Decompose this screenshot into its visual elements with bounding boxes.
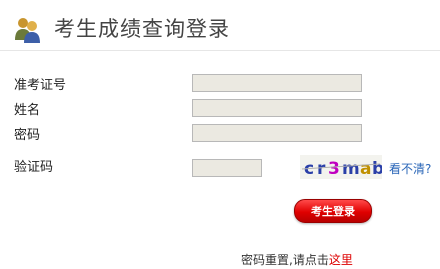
users-icon	[14, 15, 42, 43]
password-input[interactable]	[192, 124, 362, 142]
captcha-input[interactable]	[192, 159, 262, 177]
captcha-label: 验证码	[14, 160, 54, 175]
captcha-char-5: a	[360, 159, 371, 179]
name-label: 姓名	[14, 103, 41, 118]
page-title: 考生成绩查询登录	[54, 17, 230, 41]
captcha-char-4: m	[342, 159, 360, 179]
password-label: 密码	[14, 128, 41, 143]
password-reset-text: 密码重置,请点击这里	[241, 251, 353, 268]
id-label: 准考证号	[14, 78, 67, 93]
name-input[interactable]	[192, 99, 362, 117]
password-reset-label: 密码重置,请点击	[241, 253, 329, 267]
captcha-image: c r 3 m a b	[300, 155, 384, 179]
id-number-input[interactable]	[192, 74, 362, 92]
student-login-button[interactable]: 考生登录	[294, 199, 372, 223]
page-header: 考生成绩查询登录	[0, 0, 440, 51]
captcha-char-6: b	[372, 159, 382, 179]
captcha-refresh-link[interactable]: 看不清?	[389, 160, 431, 177]
password-reset-link[interactable]: 这里	[329, 253, 353, 267]
captcha-char-2: r	[317, 159, 326, 179]
captcha-char-3: 3	[328, 159, 340, 179]
